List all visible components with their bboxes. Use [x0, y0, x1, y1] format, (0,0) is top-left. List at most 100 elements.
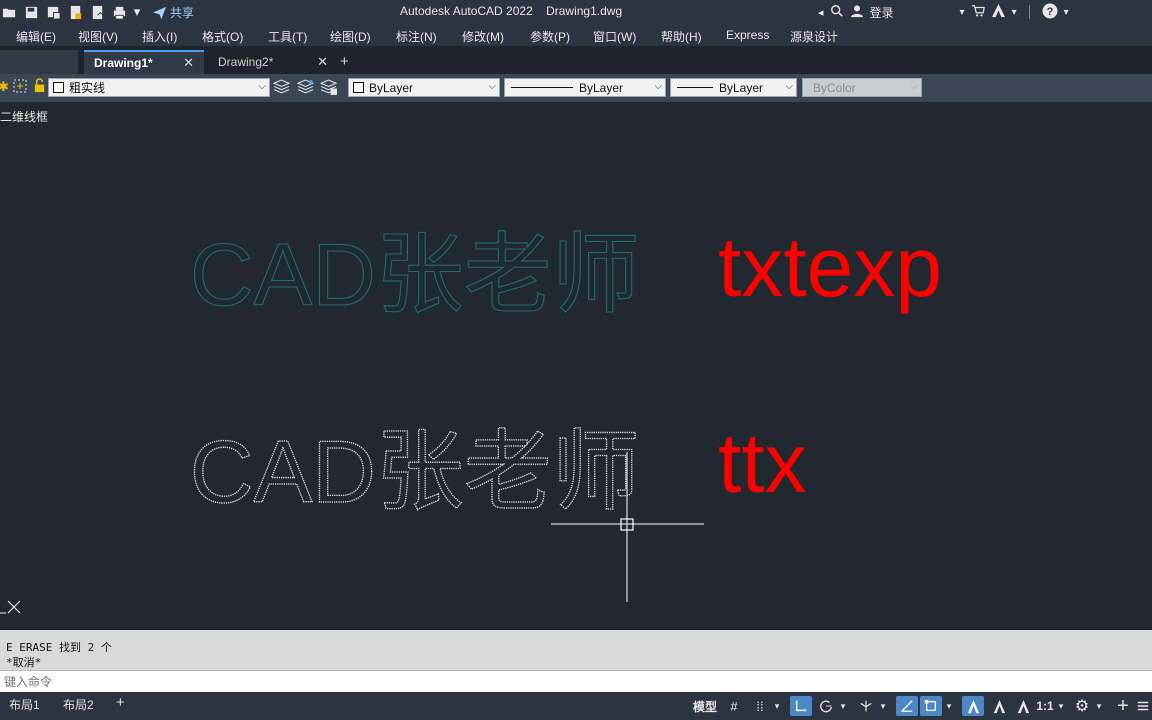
menu-format[interactable]: 格式(O) [202, 28, 243, 45]
plot-style-value: ByColor [813, 80, 856, 95]
menu-yuanquan[interactable]: 源泉设计 [790, 28, 838, 45]
share-button[interactable]: 共享 [152, 4, 194, 21]
start-tab[interactable] [0, 50, 78, 74]
model-space-button[interactable]: 模型 [692, 696, 718, 716]
chevron-left-icon[interactable]: ◂ [818, 6, 824, 19]
annotation-scale-icon[interactable] [1012, 696, 1034, 716]
close-icon[interactable]: ✕ [317, 54, 328, 70]
share-label: 共享 [170, 5, 195, 20]
title-bar: ▾ 共享 Autodesk AutoCAD 2022 Drawing1.dwg … [0, 0, 1152, 24]
plus-icon[interactable]: + [1112, 695, 1134, 717]
new-tab-plus-icon[interactable]: + [340, 53, 349, 70]
make-current-layer-icon[interactable] [272, 79, 291, 101]
color-combo[interactable]: ByLayer ⌵ [348, 78, 500, 97]
menu-modify[interactable]: 修改(M) [462, 28, 504, 45]
share-plane-icon [152, 6, 167, 19]
autodesk-a360-icon[interactable] [991, 3, 1006, 21]
chevron-down-icon[interactable]: ▾ [772, 696, 782, 716]
layout-tab-2[interactable]: 布局2 [63, 696, 94, 713]
layer-combo[interactable]: 粗实线 ⌵ [48, 78, 270, 97]
login-dropdown-icon[interactable]: ▾ [960, 7, 965, 18]
grid-icon[interactable]: # [724, 696, 744, 716]
outline-text-top[interactable]: CAD张老师 [189, 224, 640, 324]
object-snap-icon[interactable] [920, 696, 942, 716]
lineweight-value: ByLayer [719, 80, 764, 95]
menu-express[interactable]: Express [726, 28, 769, 42]
menu-insert[interactable]: 插入(I) [142, 28, 177, 45]
layer-lock-icon[interactable] [32, 78, 47, 98]
open-from-web-icon[interactable] [66, 3, 84, 21]
ortho-icon[interactable] [790, 696, 812, 716]
chevron-down-icon: ⌵ [654, 81, 662, 92]
lineweight-combo[interactable]: ByLayer ⌵ [670, 78, 797, 97]
command-history: E ERASE 找到 2 个 *取消* [0, 630, 1152, 670]
title-bar-right: ◂ 登录 ▾ ▾ ? ▾ [818, 2, 1069, 22]
chevron-down-icon: ⌵ [488, 81, 496, 92]
help-dropdown-icon[interactable]: ▾ [1064, 7, 1069, 18]
user-icon[interactable] [850, 4, 864, 21]
menu-edit[interactable]: 编辑(E) [16, 28, 56, 45]
command-input[interactable] [2, 673, 1146, 691]
layer-freeze-icon[interactable] [12, 78, 28, 99]
layer-states-icon[interactable] [319, 79, 338, 101]
annotation-visibility-icon[interactable] [962, 696, 984, 716]
tab-drawing2[interactable]: Drawing2* ✕ [210, 50, 338, 74]
customization-menu-icon[interactable] [1136, 696, 1150, 716]
drawing-viewport[interactable]: CAD张老师 txtexp CAD张老师 ttx 二维线框 [0, 102, 1152, 630]
chevron-down-icon[interactable]: ▾ [944, 696, 954, 716]
chevron-down-icon[interactable]: ▾ [1094, 696, 1104, 716]
help-icon[interactable]: ? [1042, 3, 1058, 22]
snap-grid-icon[interactable]: ⁞⁞ [750, 696, 770, 716]
color-value: ByLayer [369, 80, 414, 95]
tab-drawing1[interactable]: Drawing1* ✕ [84, 50, 204, 74]
linetype-combo[interactable]: ByLayer ⌵ [504, 78, 666, 97]
menu-window[interactable]: 窗口(W) [593, 28, 636, 45]
menu-parametric[interactable]: 参数(P) [530, 28, 570, 45]
isodraft-icon[interactable] [856, 696, 876, 716]
chevron-down-icon[interactable]: ▾ [838, 696, 848, 716]
save-to-web-icon[interactable] [88, 3, 106, 21]
a360-dropdown-icon[interactable]: ▾ [1012, 7, 1017, 18]
chevron-down-icon[interactable]: ▾ [878, 696, 888, 716]
menu-tools[interactable]: 工具(T) [268, 28, 307, 45]
menu-view[interactable]: 视图(V) [78, 28, 118, 45]
auto-scale-icon[interactable] [988, 696, 1010, 716]
menu-draw[interactable]: 绘图(D) [330, 28, 371, 45]
customize-dropdown-icon[interactable]: ▾ [132, 3, 142, 21]
object-snap-tracking-icon[interactable] [896, 696, 918, 716]
layer-on-bulb-icon[interactable]: ✱ [0, 79, 9, 95]
command-history-line: *取消* [6, 656, 42, 669]
save-as-icon[interactable] [44, 3, 62, 21]
chevron-down-icon[interactable]: ▾ [1056, 696, 1066, 716]
tab-drawing1-label: Drawing1* [94, 56, 153, 70]
polar-tracking-icon[interactable] [816, 696, 836, 716]
cart-icon[interactable] [971, 4, 985, 21]
chevron-down-icon: ⌵ [910, 81, 918, 92]
command-input-bar [0, 670, 1152, 692]
close-icon[interactable]: ✕ [183, 55, 194, 71]
red-label-txtexp[interactable]: txtexp [718, 220, 942, 314]
search-icon[interactable] [830, 4, 844, 21]
layer-name: 粗实线 [69, 81, 106, 95]
gear-icon[interactable]: ⚙ [1072, 696, 1092, 716]
menu-dimension[interactable]: 标注(N) [396, 28, 437, 45]
app-title: Autodesk AutoCAD 2022 Drawing1.dwg [400, 4, 623, 18]
drawing-canvas[interactable]: CAD张老师 txtexp CAD张老师 ttx [0, 102, 1152, 630]
match-layer-icon[interactable] [296, 79, 315, 101]
login-label[interactable]: 登录 [870, 4, 894, 21]
outline-text-bottom[interactable]: CAD张老师 [189, 421, 640, 521]
open-folder-icon[interactable] [0, 3, 18, 21]
linetype-sample [511, 87, 573, 88]
layout-tab-1[interactable]: 布局1 [9, 696, 40, 713]
visual-style-label[interactable]: 二维线框 [0, 108, 48, 125]
save-icon[interactable] [22, 3, 40, 21]
plot-printer-icon[interactable] [110, 3, 128, 21]
properties-toolbar: ✱ 粗实线 ⌵ ByLayer ⌵ ByLayer ⌵ ByLayer ⌵ By… [0, 74, 1152, 102]
menu-bar: 编辑(E) 视图(V) 插入(I) 格式(O) 工具(T) 绘图(D) 标注(N… [0, 24, 1152, 46]
scale-value[interactable]: 1:1 [1036, 696, 1054, 716]
ucs-axis-icon [0, 600, 21, 614]
menu-help[interactable]: 帮助(H) [661, 28, 702, 45]
add-layout-plus-icon[interactable]: + [116, 694, 125, 711]
linetype-value: ByLayer [579, 80, 624, 95]
red-label-ttx[interactable]: ttx [718, 416, 807, 510]
